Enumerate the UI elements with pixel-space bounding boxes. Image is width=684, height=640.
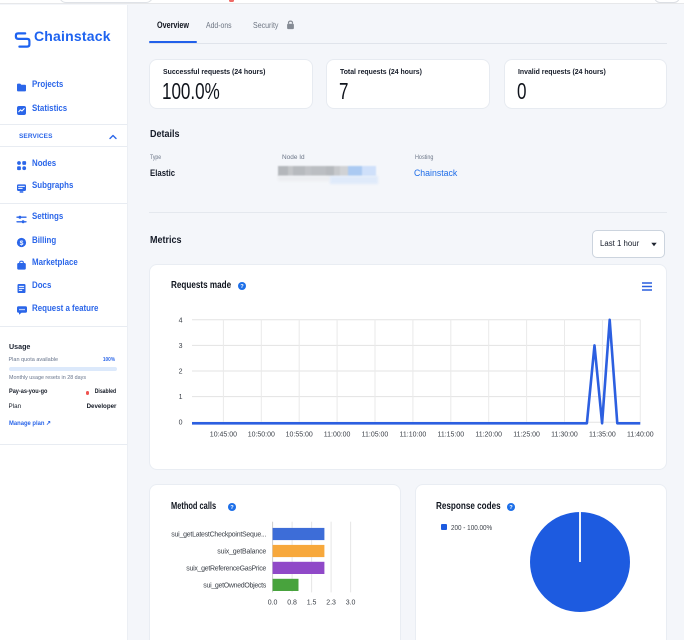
svg-text:0: 0 bbox=[179, 420, 183, 427]
svg-text:11:00:00: 11:00:00 bbox=[324, 432, 351, 439]
svg-text:0.0: 0.0 bbox=[268, 600, 278, 607]
svg-text:11:25:00: 11:25:00 bbox=[513, 432, 540, 439]
svg-text:suix_getReferenceGasPrice: suix_getReferenceGasPrice bbox=[186, 566, 266, 573]
svg-text:11:15:00: 11:15:00 bbox=[437, 432, 464, 439]
svg-text:sui_getOwnedObjects: sui_getOwnedObjects bbox=[203, 583, 266, 590]
svg-text:3: 3 bbox=[179, 343, 183, 350]
svg-text:11:40:00: 11:40:00 bbox=[627, 432, 654, 439]
svg-text:suix_getBalance: suix_getBalance bbox=[217, 549, 266, 556]
svg-text:0.8: 0.8 bbox=[287, 600, 297, 607]
svg-text:11:30:00: 11:30:00 bbox=[551, 432, 578, 439]
svg-text:sui_getLatestCheckpointSeque..: sui_getLatestCheckpointSeque... bbox=[171, 532, 266, 539]
svg-text:11:20:00: 11:20:00 bbox=[475, 432, 502, 439]
svg-text:$: $ bbox=[20, 240, 24, 247]
svg-text:10:55:00: 10:55:00 bbox=[286, 432, 313, 439]
svg-text:2: 2 bbox=[179, 369, 183, 376]
svg-text:1.5: 1.5 bbox=[307, 600, 317, 607]
svg-text:11:10:00: 11:10:00 bbox=[400, 432, 427, 439]
svg-text:?: ? bbox=[509, 505, 513, 511]
svg-text:2.3: 2.3 bbox=[326, 600, 336, 607]
svg-text:10:50:00: 10:50:00 bbox=[248, 432, 275, 439]
svg-text:3.0: 3.0 bbox=[346, 600, 356, 607]
svg-text:11:35:00: 11:35:00 bbox=[589, 432, 616, 439]
svg-text:1: 1 bbox=[179, 394, 183, 401]
svg-text:10:45:00: 10:45:00 bbox=[210, 432, 237, 439]
svg-text:11:05:00: 11:05:00 bbox=[362, 432, 389, 439]
svg-text:4: 4 bbox=[179, 317, 183, 324]
